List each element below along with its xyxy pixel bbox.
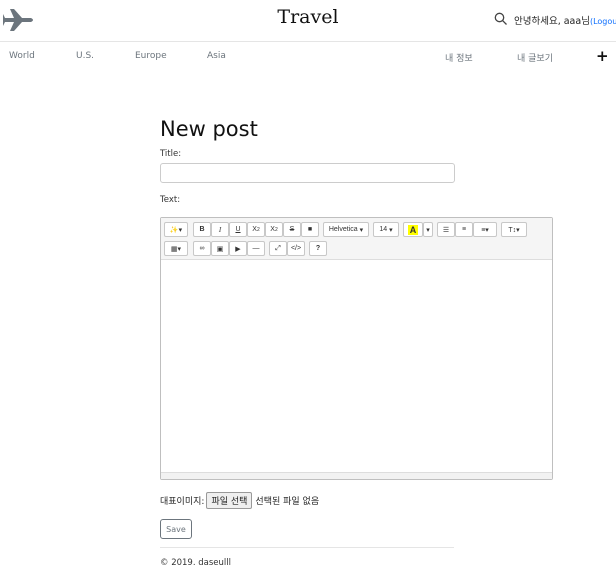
title-label: Title: — [160, 149, 182, 159]
nav-item-my-info[interactable]: 내 정보 — [445, 51, 473, 64]
nav-item-us[interactable]: U.S. — [76, 51, 94, 61]
font-size-select[interactable]: 14 ▾ — [373, 222, 399, 237]
superscript-icon[interactable]: X2 — [247, 222, 265, 237]
nav-item-asia[interactable]: Asia — [207, 51, 226, 61]
rich-text-editor: ✨▾ B I U X2 X2 S ■ Helvetica ▾ 14 ▾ A ▾ … — [160, 217, 553, 480]
thumbnail-file-input: 대표이미지: 파일 선택 선택된 파일 없음 — [160, 492, 319, 509]
text-label: Text: — [160, 195, 181, 205]
nav-item-europe[interactable]: Europe — [135, 51, 167, 61]
add-post-icon[interactable]: + — [596, 49, 609, 64]
magic-wand-icon[interactable]: ✨▾ — [164, 222, 188, 237]
category-nav: World U.S. Europe Asia 내 정보 내 글보기 + — [0, 42, 616, 70]
fullscreen-icon[interactable]: ⤢ — [269, 241, 287, 256]
strikethrough-icon[interactable]: S — [283, 222, 301, 237]
help-icon[interactable]: ? — [309, 241, 327, 256]
video-icon[interactable]: ▶ — [229, 241, 247, 256]
code-view-icon[interactable]: </> — [287, 241, 305, 256]
bold-icon[interactable]: B — [193, 222, 211, 237]
underline-icon[interactable]: U — [229, 222, 247, 237]
line-height-icon[interactable]: T↕▾ — [501, 222, 527, 237]
ordered-list-icon[interactable]: ≡ — [455, 222, 473, 237]
title-input[interactable] — [160, 163, 455, 183]
eraser-icon[interactable]: ■ — [301, 222, 319, 237]
greeting-text: 안녕하세요, aaa님 — [514, 16, 590, 27]
footer-copyright: © 2019. daseulll — [160, 558, 231, 568]
user-greeting: 안녕하세요, aaa님(Logout) — [514, 13, 616, 27]
divider — [160, 547, 454, 548]
paragraph-align-icon[interactable]: ≡▾ — [473, 222, 497, 237]
color-dropdown-icon[interactable]: ▾ — [423, 222, 433, 237]
subscript-icon[interactable]: X2 — [265, 222, 283, 237]
file-label: 대표이미지: — [160, 497, 205, 507]
editor-resize-bar[interactable] — [161, 472, 552, 479]
file-status: 선택된 파일 없음 — [255, 497, 320, 507]
italic-icon[interactable]: I — [211, 222, 229, 237]
logout-link[interactable]: (Logout) — [590, 17, 616, 26]
image-icon[interactable]: ▣ — [211, 241, 229, 256]
horizontal-rule-icon[interactable]: — — [247, 241, 265, 256]
file-select-button[interactable]: 파일 선택 — [206, 492, 253, 509]
table-icon[interactable]: ▦▾ — [164, 241, 188, 256]
link-icon[interactable]: ∞ — [193, 241, 211, 256]
search-icon[interactable] — [494, 12, 508, 26]
save-button[interactable]: Save — [160, 519, 192, 539]
font-family-select[interactable]: Helvetica ▾ — [323, 222, 369, 237]
font-color-icon[interactable]: A — [403, 222, 423, 237]
nav-item-world[interactable]: World — [9, 51, 35, 61]
editor-content-area[interactable] — [161, 260, 552, 473]
site-header: Travel 안녕하세요, aaa님(Logout) — [0, 0, 616, 42]
font-size-value: 14 — [379, 226, 388, 233]
page-title: New post — [160, 117, 258, 141]
font-family-value: Helvetica — [328, 226, 358, 233]
editor-toolbar: ✨▾ B I U X2 X2 S ■ Helvetica ▾ 14 ▾ A ▾ … — [161, 218, 552, 260]
nav-item-my-posts[interactable]: 내 글보기 — [517, 51, 553, 64]
unordered-list-icon[interactable]: ☰ — [437, 222, 455, 237]
